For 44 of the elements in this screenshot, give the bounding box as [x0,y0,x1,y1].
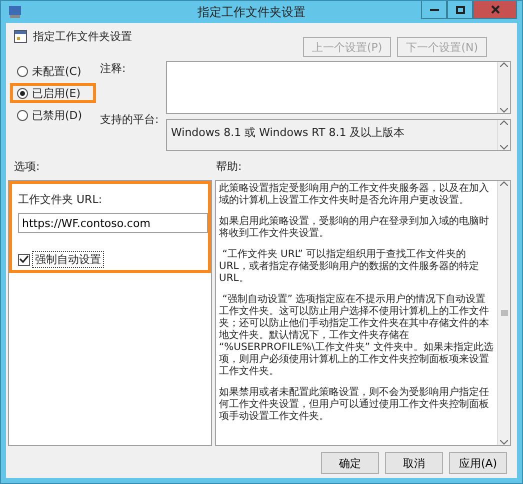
platform-text: Windows 8.1 或 Windows RT 8.1 及以上版本 [170,125,406,141]
scrollbar[interactable] [497,62,510,113]
help-paragraph: 此策略设置指定受影响用户的工作文件夹服务器，以及在加入域的计算机上设置工作文件夹时是否允许用户更改设置。 [219,183,490,207]
scrollbar[interactable] [497,120,510,150]
help-paragraph: “工作文件夹 URL” 可以指定组织用于查找工作文件夹的 URL，或者指定存储受影响用户的数据的文件服务器的特定 URL。 [219,249,480,285]
radio-label[interactable]: 已启用(E) [32,86,81,100]
dialog-button[interactable]: 确定 [321,452,379,474]
dialog-button[interactable]: 应用(A) [449,452,507,474]
checkbox-label[interactable]: 强制自动设置 [32,251,104,268]
radio-label[interactable]: 已禁用(D) [32,108,82,122]
help-paragraph: 如果启用此策略设置，受影响的用户在登录到加入域的电脑时将收到工作文件夹设置。 [219,216,490,240]
scroll-down-icon[interactable] [500,108,508,113]
help-label: 帮助: [216,159,242,174]
checkbox[interactable] [18,254,30,266]
radio-button[interactable] [17,88,28,98]
radio-button[interactable] [17,110,28,120]
help-paragraph: “强制自动设置” 选项指定应在不提示用户的情况下自动设置工作文件夹。这可以防止用户选择不使用计算机上的工作文件夹；还可以防止他们手动指定工作文件夹在其中存储文件的本地文件夹。默认情况下，工作文件夹存储在 “%USERPROFILE%\工作文件夹” 文件夹中。如果未指定此选项，则用户必须使用计算机上的工作文件夹控制面板项来设置工作文件夹。 [219,294,494,378]
maximize-button[interactable] [447,1,473,19]
app-icon [8,5,22,19]
scrollbar[interactable] [497,181,510,445]
radio-button[interactable] [17,66,28,76]
url-label: 工作文件夹 URL: [18,192,104,207]
scroll-up-icon[interactable] [500,62,508,67]
close-button[interactable] [473,1,517,19]
window-title: 指定工作文件夹设置 [196,4,306,21]
help-paragraph: 如果禁用或者未配置此策略设置，则不会为受影响用户指定任何工作文件夹设置，但用户可以通过使用工作文件夹控制面板项手动设置工作文件夹。 [219,387,490,423]
options-label: 选项: [14,159,41,174]
minimize-button[interactable] [421,1,447,19]
comment-field[interactable] [166,61,511,114]
policy-icon [14,30,27,43]
scroll-down-icon[interactable] [500,440,508,445]
platform-label: 支持的平台: [100,112,160,127]
maximize-icon [456,6,464,14]
close-icon [490,5,500,14]
policy-title: 指定工作文件夹设置 [33,29,132,44]
comment-label: 注释: [100,61,127,76]
scroll-up-icon[interactable] [500,181,508,186]
url-field[interactable]: https://WF.contoso.com [18,213,208,233]
scroll-up-icon[interactable] [500,120,508,125]
radio-label[interactable]: 未配置(C) [32,64,82,78]
minimize-icon [430,8,438,10]
scroll-down-icon[interactable] [500,145,508,150]
scroll-grip-icon[interactable] [500,310,508,316]
dialog-button[interactable]: 取消 [385,452,443,474]
